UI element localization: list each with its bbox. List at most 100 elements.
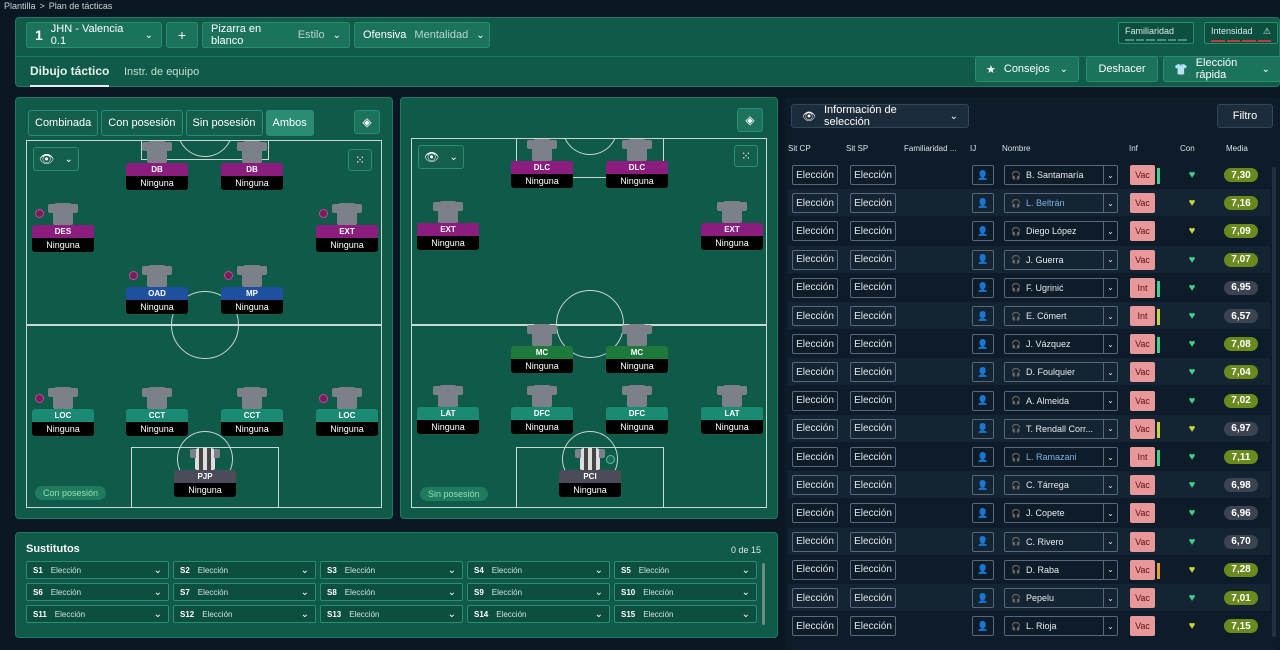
substitute-slot[interactable]: S1 Elección ⌄: [26, 561, 169, 579]
player-slot[interactable]: DB Ninguna: [126, 141, 188, 190]
sit-sp-select[interactable]: Elección: [850, 277, 896, 298]
player-name-select[interactable]: 🎧 B. Santamaría ⌄: [1004, 165, 1118, 185]
player-slot[interactable]: LOC Ninguna: [32, 387, 94, 436]
header-ij[interactable]: IJ: [970, 144, 976, 153]
sit-sp-select[interactable]: Elección: [850, 559, 896, 580]
player-slot[interactable]: CCT Ninguna: [126, 387, 188, 436]
substitute-slot[interactable]: S12 Elección ⌄: [173, 605, 316, 623]
player-icon[interactable]: 👤: [972, 221, 994, 242]
table-row[interactable]: Elección Elección 👤 🎧 F. Ugrinić ⌄ Int ♥ 6,95: [788, 274, 1270, 301]
visibility-toggle[interactable]: 👁 ⌄: [418, 145, 464, 169]
player-slot[interactable]: DES Ninguna: [32, 203, 94, 252]
player-icon[interactable]: 👤: [972, 334, 994, 355]
table-row[interactable]: Elección Elección 👤 🎧 J. Copete ⌄ Vac ♥ 6,96: [788, 499, 1270, 526]
table-row[interactable]: Elección Elección 👤 🎧 A. Almeida ⌄ Vac ♥ 7,02: [788, 387, 1270, 414]
table-row[interactable]: Elección Elección 👤 🎧 D. Raba ⌄ Vac ♥ 7,28: [788, 556, 1270, 583]
substitute-slot[interactable]: S2 Elección ⌄: [173, 561, 316, 579]
player-name-select[interactable]: 🎧 C. Tárrega ⌄: [1004, 475, 1118, 496]
player-icon[interactable]: 👤: [972, 277, 994, 298]
mode-in-possession[interactable]: Con posesión: [101, 110, 183, 136]
substitute-slot[interactable]: S5 Elección ⌄: [614, 561, 757, 579]
player-slot[interactable]: MP Ninguna: [221, 265, 283, 314]
player-slot[interactable]: LAT Ninguna: [701, 385, 763, 434]
table-row[interactable]: Elección Elección 👤 🎧 E. Cömert ⌄ Int ♥ 6,57: [788, 302, 1270, 329]
formation-settings-icon[interactable]: ◈: [737, 108, 763, 132]
player-name-select[interactable]: 🎧 F. Ugrinić ⌄: [1004, 277, 1118, 298]
player-slot[interactable]: EXT Ninguna: [417, 201, 479, 250]
substitute-slot[interactable]: S9 Elección ⌄: [467, 583, 610, 601]
player-icon[interactable]: 👤: [972, 418, 994, 439]
player-name-select[interactable]: 🎧 Diego López ⌄: [1004, 221, 1118, 242]
sit-cp-select[interactable]: Elección: [792, 616, 838, 637]
player-icon[interactable]: 👤: [972, 531, 994, 552]
sit-cp-select[interactable]: Elección: [792, 249, 838, 270]
player-name-select[interactable]: 🎧 D. Raba ⌄: [1004, 559, 1118, 580]
player-slot[interactable]: OAD Ninguna: [126, 265, 188, 314]
player-icon[interactable]: 👤: [972, 390, 994, 411]
player-icon[interactable]: 👤: [972, 503, 994, 524]
player-name-select[interactable]: 🎧 J. Copete ⌄: [1004, 503, 1118, 524]
table-row[interactable]: Elección Elección 👤 🎧 L. Beltrán ⌄ Vac ♥ 7,16: [788, 189, 1270, 217]
header-sit-sp[interactable]: Sit SP: [846, 144, 868, 153]
substitute-slot[interactable]: S3 Elección ⌄: [320, 561, 463, 579]
player-slot[interactable]: DLC Ninguna: [606, 139, 668, 188]
tab-team-instructions[interactable]: Instr. de equipo: [124, 57, 199, 87]
substitute-slot[interactable]: S15 Elección ⌄: [614, 605, 757, 623]
player-name-select[interactable]: 🎧 D. Foulquier ⌄: [1004, 362, 1118, 383]
sit-cp-select[interactable]: Elección: [792, 475, 838, 496]
player-slot[interactable]: MC Ninguna: [606, 324, 668, 373]
player-icon[interactable]: 👤: [972, 362, 994, 383]
sit-sp-select[interactable]: Elección: [850, 588, 896, 608]
sit-sp-select[interactable]: Elección: [850, 616, 896, 637]
player-slot[interactable]: EXT Ninguna: [701, 201, 763, 250]
player-slot[interactable]: DB Ninguna: [221, 141, 283, 190]
sit-cp-select[interactable]: Elección: [792, 193, 838, 214]
substitute-slot[interactable]: S4 Elección ⌄: [467, 561, 610, 579]
player-name-select[interactable]: 🎧 A. Almeida ⌄: [1004, 390, 1118, 411]
player-slot[interactable]: LAT Ninguna: [417, 385, 479, 434]
sit-sp-select[interactable]: Elección: [850, 165, 896, 185]
sit-sp-select[interactable]: Elección: [850, 475, 896, 496]
sit-sp-select[interactable]: Elección: [850, 418, 896, 439]
table-row[interactable]: Elección Elección 👤 🎧 J. Vázquez ⌄ Vac ♥ 7,08: [788, 330, 1270, 357]
mentality-selector[interactable]: Ofensiva Mentalidad ⌄: [354, 22, 490, 48]
header-name[interactable]: Nombre: [1002, 144, 1030, 153]
table-row[interactable]: Elección Elección 👤 🎧 C. Rivero ⌄ Vac ♥ 6,70: [788, 527, 1270, 555]
player-name-select[interactable]: 🎧 J. Guerra ⌄: [1004, 249, 1118, 270]
player-icon[interactable]: 👤: [972, 559, 994, 580]
table-row[interactable]: Elección Elección 👤 🎧 L. Ramazani ⌄ Int ♥ 7,11: [788, 443, 1270, 470]
player-name-select[interactable]: 🎧 L. Rioja ⌄: [1004, 616, 1118, 637]
player-name-select[interactable]: 🎧 L. Ramazani ⌄: [1004, 447, 1118, 467]
formation-settings-icon[interactable]: ◈: [354, 110, 380, 134]
undo-button[interactable]: Deshacer: [1086, 56, 1158, 82]
sit-sp-select[interactable]: Elección: [850, 221, 896, 242]
table-row[interactable]: Elección Elección 👤 🎧 B. Santamaría ⌄ Vac ♥ 7,30: [788, 161, 1270, 188]
table-row[interactable]: Elección Elección 👤 🎧 J. Guerra ⌄ Vac ♥ 7,07: [788, 245, 1270, 273]
sit-cp-select[interactable]: Elección: [792, 390, 838, 411]
player-slot[interactable]: DLC Ninguna: [511, 139, 573, 188]
player-icon[interactable]: 👤: [972, 447, 994, 467]
filter-button[interactable]: Filtro: [1217, 104, 1273, 128]
tab-tactical-drawing[interactable]: Dibujo táctico: [30, 57, 110, 87]
mode-both[interactable]: Ambos: [265, 110, 314, 136]
sit-cp-select[interactable]: Elección: [792, 503, 838, 524]
substitute-slot[interactable]: S6 Elección ⌄: [26, 583, 169, 601]
player-slot[interactable]: DFC Ninguna: [606, 385, 668, 434]
substitute-slot[interactable]: S11 Elección ⌄: [26, 605, 169, 623]
player-slot[interactable]: EXT Ninguna: [316, 203, 378, 252]
sit-cp-select[interactable]: Elección: [792, 277, 838, 298]
tactic-selector[interactable]: 1 JHN - Valencia 0.1 ⌄: [26, 22, 162, 48]
table-row[interactable]: Elección Elección 👤 🎧 D. Foulquier ⌄ Vac ♥ 7,04: [788, 358, 1270, 386]
advice-button[interactable]: ★ Consejos ⌄: [975, 56, 1079, 82]
sit-sp-select[interactable]: Elección: [850, 447, 896, 467]
sit-sp-select[interactable]: Elección: [850, 531, 896, 552]
style-selector[interactable]: Pizarra en blanco Estilo ⌄: [202, 22, 350, 48]
player-name-select[interactable]: 🎧 J. Vázquez ⌄: [1004, 334, 1118, 355]
sit-sp-select[interactable]: Elección: [850, 362, 896, 383]
breadcrumb-parent[interactable]: Plantilla: [4, 1, 36, 11]
player-name-select[interactable]: 🎧 E. Cömert ⌄: [1004, 306, 1118, 326]
sit-cp-select[interactable]: Elección: [792, 588, 838, 608]
player-slot[interactable]: LOC Ninguna: [316, 387, 378, 436]
sit-sp-select[interactable]: Elección: [850, 503, 896, 524]
player-icon[interactable]: 👤: [972, 616, 994, 637]
